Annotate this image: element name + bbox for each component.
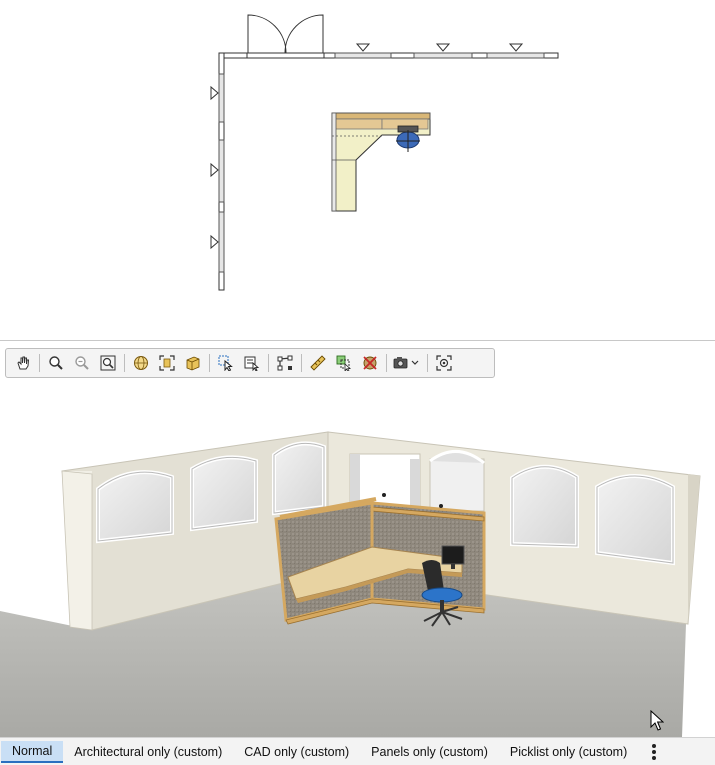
zoom-out-button[interactable]: [69, 350, 95, 376]
3d-scene: [0, 431, 701, 737]
delete-button[interactable]: [357, 350, 383, 376]
zoom-selection-button[interactable]: [154, 350, 180, 376]
tab-picklist-only[interactable]: Picklist only (custom): [499, 741, 638, 763]
toolbar-separator: [301, 354, 302, 372]
zoom-button[interactable]: [43, 350, 69, 376]
target-icon: [436, 355, 452, 371]
door-opening: [246, 52, 325, 59]
zoom-extents-button[interactable]: [95, 350, 121, 376]
zoom-extents-icon: [100, 355, 116, 371]
overhead-panel: [331, 112, 431, 120]
more-options-icon[interactable]: [649, 743, 659, 760]
zoom-out-icon: [75, 356, 89, 370]
left-window-3: [272, 441, 326, 516]
window-west-3: [218, 211, 225, 273]
left-window-2: [190, 455, 258, 532]
select-list-button[interactable]: [239, 350, 265, 376]
globe-view-button[interactable]: [128, 350, 154, 376]
floor-plan-view[interactable]: [0, 0, 715, 341]
globe-view-icon: [134, 356, 148, 370]
3d-box-button[interactable]: [180, 350, 206, 376]
delete-icon: [363, 356, 377, 370]
connect-points-icon: [277, 355, 293, 371]
select-arrow-icon: [218, 355, 233, 371]
tab-architectural-only[interactable]: Architectural only (custom): [63, 741, 233, 763]
tab-panels-only[interactable]: Panels only (custom): [360, 741, 499, 763]
window-north-2: [413, 52, 473, 59]
ruler-icon: [310, 355, 326, 371]
window-marker-n3: [508, 43, 524, 52]
pan-icon: [17, 356, 30, 370]
tab-cad-only[interactable]: CAD only (custom): [233, 741, 360, 763]
window-marker-n2: [435, 43, 451, 52]
camera-dropdown-button[interactable]: [390, 350, 424, 376]
mouse-cursor-icon: [650, 710, 664, 731]
chair-plan-icon: [396, 125, 420, 152]
window-north-1: [334, 52, 392, 59]
window-west-2: [218, 139, 225, 203]
view-tabs-bar: Normal Architectural only (custom) CAD o…: [0, 737, 715, 765]
3d-view[interactable]: [0, 341, 715, 737]
select-list-icon: [244, 356, 260, 371]
pan-button[interactable]: [10, 350, 36, 376]
toolbar-separator: [124, 354, 125, 372]
view-toolbar: [5, 348, 495, 378]
door-left-swing: [247, 14, 287, 54]
toolbar-separator: [386, 354, 387, 372]
window-marker-w2: [210, 162, 219, 178]
tab-normal[interactable]: Normal: [1, 740, 64, 763]
window-marker-w1: [210, 85, 219, 101]
connect-points-button[interactable]: [272, 350, 298, 376]
target-button[interactable]: [431, 350, 457, 376]
door-right-swing: [284, 14, 324, 54]
toolbar-separator: [209, 354, 210, 372]
zoom-icon: [49, 356, 63, 370]
right-window-2: [595, 474, 675, 566]
left-window-1: [96, 470, 174, 544]
select-arrow-button[interactable]: [213, 350, 239, 376]
copy-select-button[interactable]: [331, 350, 357, 376]
window-north-3: [486, 52, 545, 59]
window-marker-w3: [210, 234, 219, 250]
3d-box-icon: [186, 356, 200, 371]
window-marker-n1: [355, 43, 371, 52]
floor-plan-drawing: [210, 14, 559, 291]
ruler-button[interactable]: [305, 350, 331, 376]
window-west-1: [218, 73, 225, 123]
toolbar-separator: [427, 354, 428, 372]
toolbar-separator: [39, 354, 40, 372]
right-window-1: [510, 464, 579, 549]
camera-icon: [393, 357, 419, 369]
copy-select-icon: [336, 355, 352, 371]
toolbar-separator: [268, 354, 269, 372]
zoom-selection-icon: [159, 355, 175, 371]
